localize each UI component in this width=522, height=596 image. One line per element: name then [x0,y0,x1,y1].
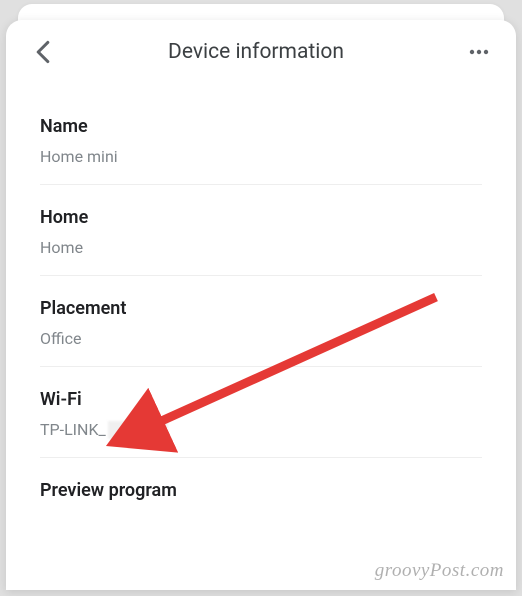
home-label: Home [40,207,482,228]
wifi-value-container: TP-LINK_ [40,420,168,439]
home-value: Home [40,238,482,257]
wifi-value: TP-LINK_ [40,420,106,439]
name-value: Home mini [40,147,482,166]
content-area: Name Home mini Home Home Placement Offic… [6,84,516,529]
wifi-label: Wi-Fi [40,389,482,410]
device-info-card: Device information Name Home mini Home H… [6,20,516,590]
more-options-button[interactable] [464,37,494,67]
header: Device information [6,20,516,84]
section-placement[interactable]: Placement Office [40,276,482,367]
section-name[interactable]: Name Home mini [40,94,482,185]
card-stack: Device information Name Home mini Home H… [0,0,522,596]
name-label: Name [40,116,482,137]
more-horizontal-icon [469,49,489,55]
section-preview-program[interactable]: Preview program [40,458,482,529]
placement-label: Placement [40,298,482,319]
placement-value: Office [40,329,482,348]
section-home[interactable]: Home Home [40,185,482,276]
preview-program-label: Preview program [40,480,482,501]
section-wifi[interactable]: Wi-Fi TP-LINK_ [40,367,482,458]
wifi-redacted-portion [108,421,168,439]
page-title: Device information [48,40,464,64]
